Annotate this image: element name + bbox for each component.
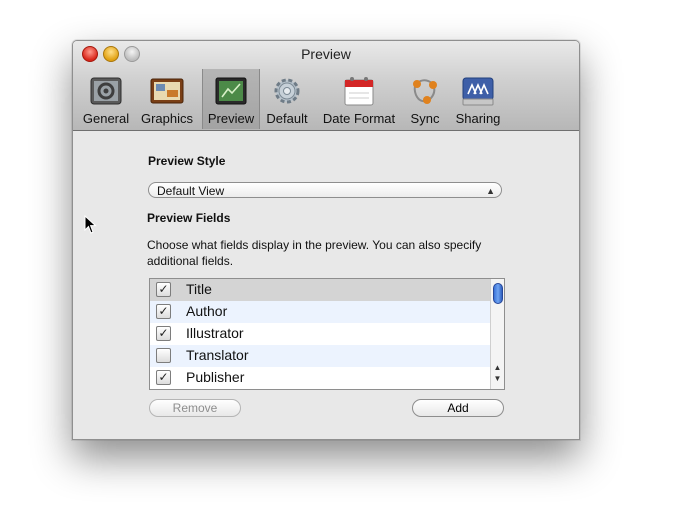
preview-fields-list[interactable]: ✓ Title ✓ Author ✓ Illustrator Translato… (149, 278, 505, 390)
list-item[interactable]: ✓ Illustrator (150, 323, 490, 345)
gear-icon (274, 78, 300, 104)
preview-style-select[interactable]: Default View ▲ (148, 182, 502, 198)
title-bar: Preview General Graphics Preview Default… (73, 41, 579, 131)
tab-date-format-label: Date Format (322, 111, 396, 126)
tab-general-label: General (82, 111, 130, 126)
list-item[interactable]: ✓ Title (150, 279, 490, 301)
preview-icon (215, 77, 247, 105)
scroll-up-arrow-icon[interactable]: ▲ (491, 363, 504, 372)
calendar-icon (344, 77, 374, 106)
list-item[interactable]: ✓ Publisher (150, 367, 490, 389)
tab-sharing[interactable]: Sharing (448, 69, 508, 129)
preferences-window: Preview General Graphics Preview Default… (72, 40, 580, 440)
field-label: Illustrator (186, 325, 244, 341)
tab-graphics-label: Graphics (140, 111, 194, 126)
add-button[interactable]: Add (412, 399, 504, 417)
tab-preview-label: Preview (207, 111, 255, 126)
preview-style-heading: Preview Style (148, 154, 226, 168)
tab-sync[interactable]: Sync (405, 69, 445, 129)
preview-fields-heading: Preview Fields (147, 211, 231, 225)
tab-graphics[interactable]: Graphics (135, 69, 199, 129)
field-label: Author (186, 303, 228, 319)
preview-panel: Preview Style Default View ▲ Preview Fie… (73, 131, 579, 439)
select-arrows-icon: ▲ (486, 186, 495, 196)
tab-general[interactable]: General (80, 69, 132, 129)
preview-style-value: Default View (157, 184, 225, 198)
list-item[interactable]: ✓ Author (150, 301, 490, 323)
list-scrollbar[interactable]: ▲ ▼ (490, 279, 504, 389)
remove-button[interactable]: Remove (149, 399, 241, 417)
tab-sharing-label: Sharing (455, 111, 501, 126)
field-label: Translator (186, 347, 249, 363)
scroll-down-arrow-icon[interactable]: ▼ (491, 374, 504, 383)
graphics-icon (150, 78, 184, 104)
field-label: Title (186, 281, 212, 297)
sync-icon (413, 79, 437, 104)
sharing-icon (462, 77, 494, 106)
list-item[interactable]: Translator (150, 345, 490, 367)
tab-default[interactable]: Default (261, 69, 313, 129)
field-checkbox[interactable]: ✓ (156, 304, 171, 319)
mouse-pointer-icon (84, 215, 97, 234)
field-checkbox[interactable]: ✓ (156, 370, 171, 385)
tab-date-format[interactable]: Date Format (316, 69, 402, 129)
window-title: Preview (301, 46, 351, 62)
general-icon (90, 77, 122, 105)
tab-default-label: Default (266, 111, 308, 126)
tab-preview[interactable]: Preview (202, 69, 260, 129)
field-label: Publisher (186, 369, 245, 385)
preview-fields-description: Choose what fields display in the previe… (147, 238, 482, 268)
tab-sync-label: Sync (410, 111, 440, 126)
scrollbar-thumb[interactable] (493, 283, 503, 304)
field-checkbox[interactable]: ✓ (156, 282, 171, 297)
field-checkbox[interactable]: ✓ (156, 326, 171, 341)
field-checkbox[interactable] (156, 348, 171, 363)
